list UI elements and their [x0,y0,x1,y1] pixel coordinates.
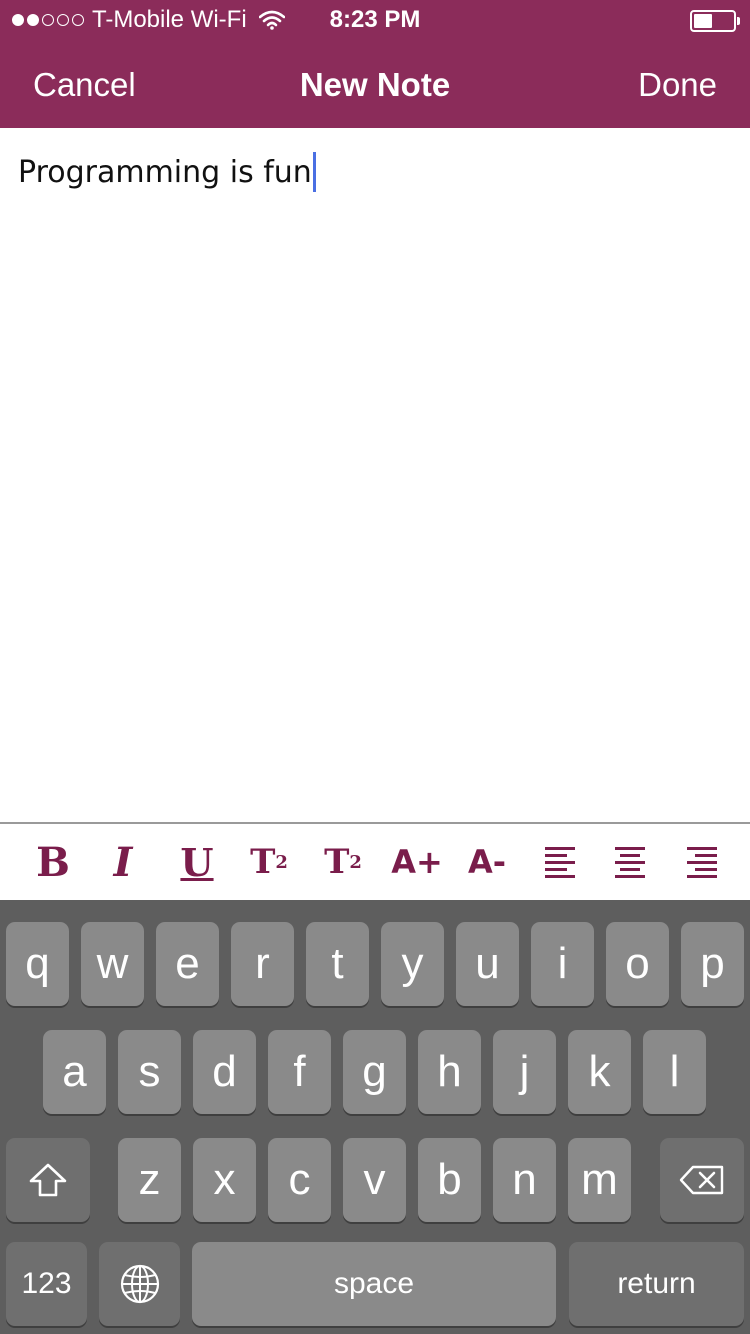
superscript-base: T [250,842,276,882]
globe-icon [120,1264,159,1304]
formatting-toolbar: B I U T2 T2 A+ A- [0,822,750,900]
align-left-icon [545,846,575,878]
key[interactable]: m [568,1138,631,1222]
key[interactable]: e [156,922,219,1006]
key[interactable]: w [81,922,144,1006]
key[interactable]: b [418,1138,481,1222]
key[interactable]: y [381,922,444,1006]
nav-bar: Cancel New Note Done [0,44,750,128]
align-center-button[interactable] [610,824,650,900]
globe-key[interactable] [99,1242,180,1326]
status-time: 8:23 PM [329,6,421,33]
align-right-icon [687,846,717,878]
delete-key[interactable] [660,1138,744,1222]
key[interactable]: n [493,1138,556,1222]
key[interactable]: p [681,922,744,1006]
key[interactable]: s [118,1030,181,1114]
key[interactable]: g [343,1030,406,1114]
key[interactable]: r [231,922,294,1006]
key[interactable]: k [568,1030,631,1114]
done-button[interactable]: Done [638,66,717,104]
key[interactable]: t [306,922,369,1006]
note-text: Programming is fun [18,154,312,190]
key[interactable]: x [193,1138,256,1222]
subscript-mark: 2 [349,851,362,873]
numbers-key[interactable]: 123 [6,1242,87,1326]
text-caret [312,152,316,192]
key[interactable]: a [43,1030,106,1114]
key[interactable]: l [643,1030,706,1114]
note-body[interactable]: Programming is fun [18,152,316,192]
shift-icon [29,1163,67,1197]
align-center-icon [615,846,645,878]
key[interactable]: h [418,1030,481,1114]
align-left-button[interactable] [540,824,580,900]
note-editor[interactable]: Programming is fun [0,128,750,822]
align-right-button[interactable] [682,824,722,900]
key[interactable]: i [531,922,594,1006]
superscript-mark: 2 [275,851,288,873]
key[interactable]: o [606,922,669,1006]
key[interactable]: c [268,1138,331,1222]
italic-button[interactable]: I [100,824,146,900]
underline-button[interactable]: U [174,824,220,900]
key[interactable]: f [268,1030,331,1114]
decrease-font-button[interactable]: A- [462,824,512,900]
battery-icon [690,10,740,32]
key[interactable]: d [193,1030,256,1114]
key[interactable]: z [118,1138,181,1222]
increase-font-button[interactable]: A+ [391,824,443,900]
key[interactable]: q [6,922,69,1006]
superscript-button[interactable]: T2 [244,824,294,900]
return-key[interactable]: return [569,1242,744,1326]
key[interactable]: v [343,1138,406,1222]
bold-button[interactable]: B [30,824,76,900]
key[interactable]: u [456,922,519,1006]
app-header: T-Mobile Wi-Fi 8:23 PM Cancel New Note D… [0,0,750,128]
key[interactable]: j [493,1030,556,1114]
keyboard: q w e r t y u i o p a s d f g h j k l z … [0,900,750,1334]
backspace-icon [679,1165,724,1195]
shift-key[interactable] [6,1138,90,1222]
subscript-button[interactable]: T2 [318,824,368,900]
space-key[interactable]: space [192,1242,556,1326]
subscript-base: T [324,842,350,882]
status-bar: T-Mobile Wi-Fi 8:23 PM [0,0,750,40]
